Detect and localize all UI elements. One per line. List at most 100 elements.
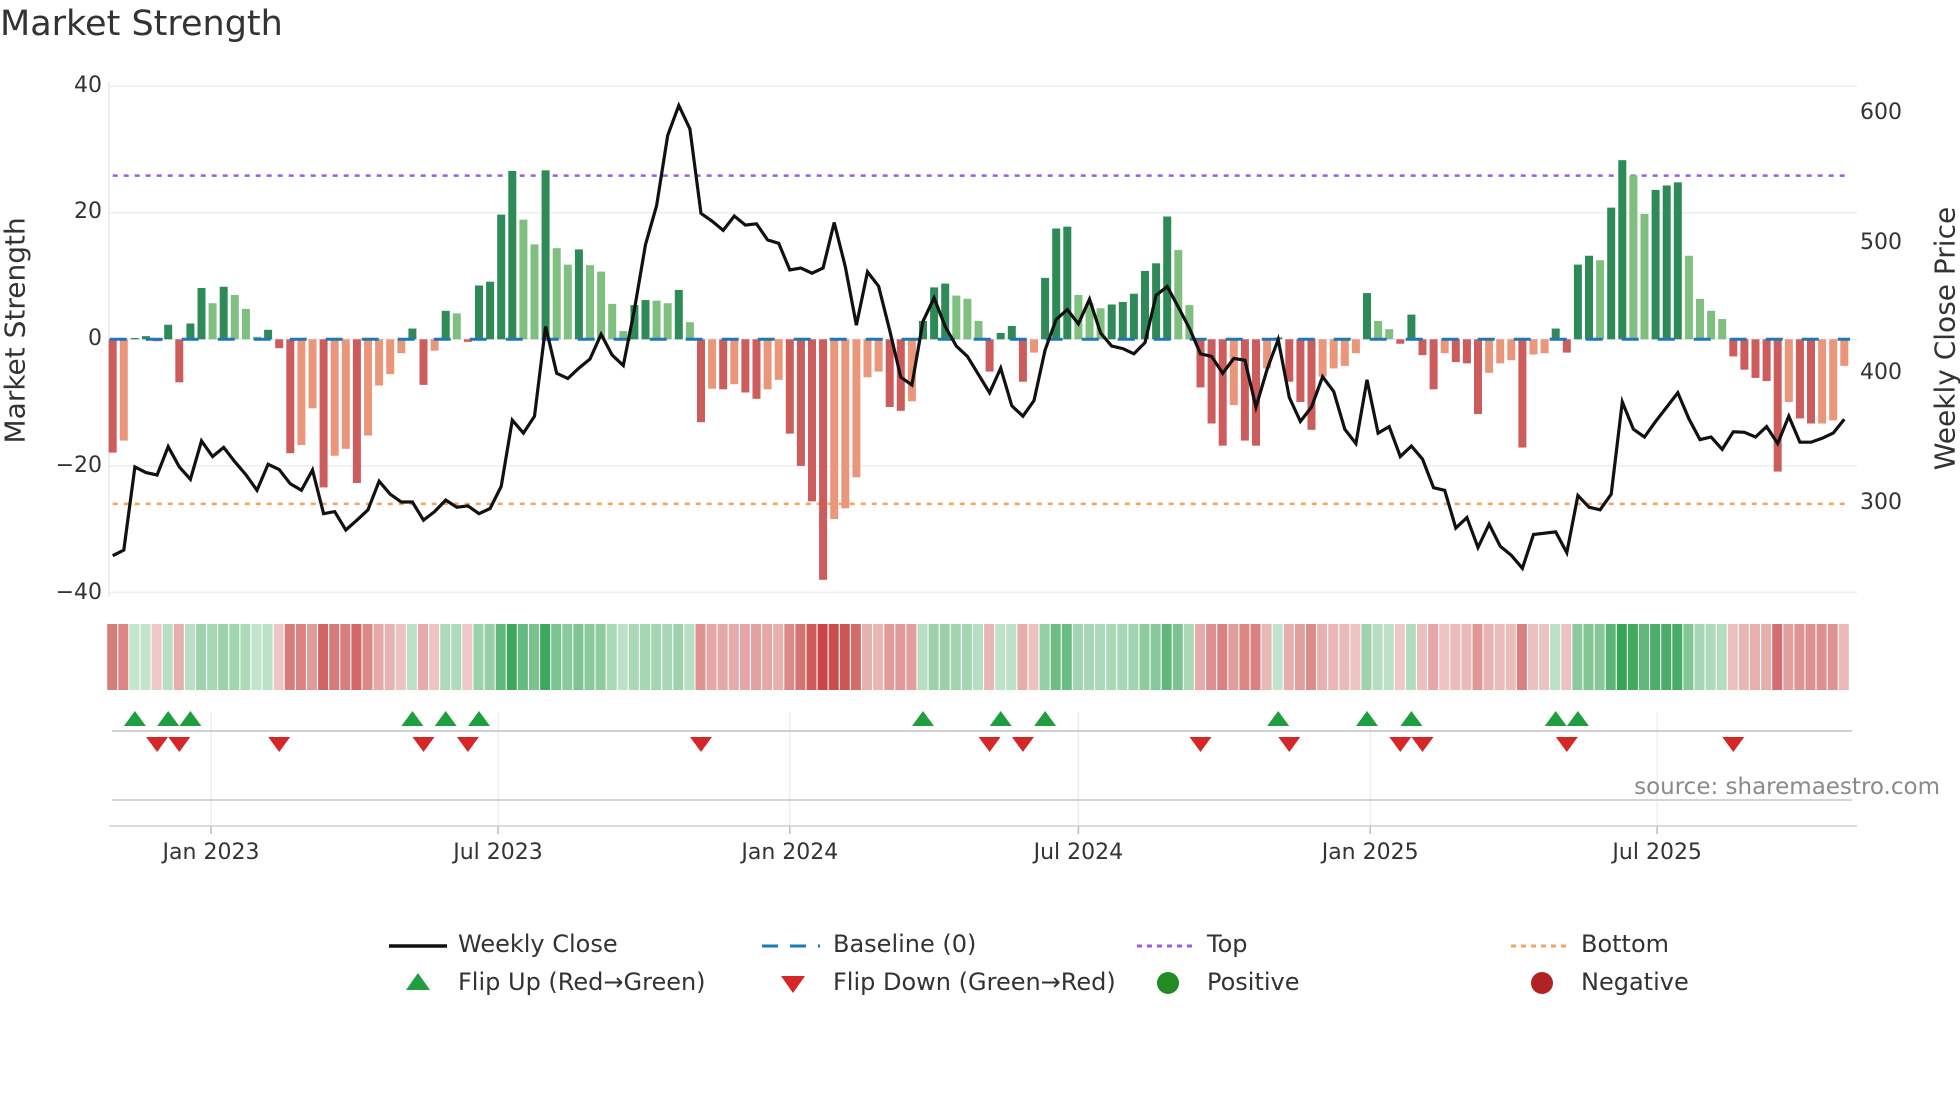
- strength-bar: [996, 332, 1005, 340]
- strength-strip-cell: [917, 624, 928, 690]
- strength-bar: [530, 244, 539, 340]
- strength-bar: [1684, 255, 1693, 340]
- strength-strip-cell: [995, 624, 1006, 690]
- strength-bar: [1385, 329, 1394, 340]
- strength-strip-cell: [1328, 624, 1339, 690]
- y-tick-label: −40: [55, 580, 102, 605]
- strength-strip-cell: [1350, 624, 1361, 690]
- strength-strip-cell: [1528, 624, 1538, 690]
- strength-strip-cell: [662, 624, 673, 690]
- strength-strip-cell: [1683, 624, 1694, 690]
- strength-bar: [1795, 339, 1804, 419]
- flip-up-marker: [179, 711, 202, 726]
- strength-bar: [785, 339, 794, 434]
- strength-bar: [563, 264, 572, 340]
- legend-item-weekly-close: Weekly Close: [458, 930, 618, 958]
- strength-strip-cell: [1605, 624, 1616, 690]
- strength-strip-cell: [751, 624, 761, 690]
- strength-strip-cell: [562, 624, 573, 690]
- strength-bar: [763, 339, 772, 390]
- strength-strip-cell: [606, 624, 617, 690]
- strength-strip-cell: [1705, 624, 1716, 690]
- strength-bar: [319, 339, 328, 488]
- strength-bar: [197, 288, 206, 340]
- strength-strip-cell: [473, 624, 484, 690]
- strength-strip-cell: [728, 624, 739, 690]
- strength-bar: [1240, 339, 1249, 441]
- strength-bar: [1396, 339, 1405, 344]
- strength-bar: [386, 339, 395, 375]
- y-tick-label: 40: [74, 73, 102, 98]
- strength-bar: [1340, 339, 1349, 366]
- strength-strip-cell: [551, 624, 562, 690]
- strength-bar: [852, 339, 861, 478]
- strength-bar: [1418, 339, 1427, 356]
- strength-bar: [1174, 250, 1183, 340]
- strength-bar: [741, 339, 750, 393]
- strength-strip-cell: [1372, 624, 1383, 690]
- strength-bar: [1585, 255, 1593, 340]
- strength-strip-cell: [1339, 624, 1350, 690]
- strength-bar: [230, 294, 239, 340]
- strength-bar: [1673, 182, 1682, 340]
- strength-strip-cell: [295, 624, 306, 690]
- strength-strip-cell: [540, 624, 551, 690]
- strength-strip-cell: [1505, 624, 1516, 690]
- strength-bar: [1107, 304, 1116, 340]
- strength-strip-cell: [1428, 624, 1439, 690]
- strength-bar: [1363, 293, 1371, 340]
- strength-strip-cell: [684, 624, 695, 690]
- strength-strip-cell: [1161, 624, 1172, 690]
- flip-down-marker: [690, 737, 712, 752]
- flip-up-marker: [1356, 711, 1378, 726]
- chart-title: Market Strength: [0, 4, 283, 44]
- triangle-up-icon: [406, 973, 430, 990]
- strength-bar: [1807, 339, 1815, 424]
- strength-bar: [719, 339, 728, 390]
- strength-strip-cell: [307, 624, 317, 690]
- strength-strip-cell: [651, 624, 662, 690]
- strength-strip-cell: [1317, 624, 1328, 690]
- strength-strip-cell: [1306, 624, 1316, 690]
- strength-bar: [674, 289, 683, 340]
- strength-bar: [364, 339, 372, 436]
- strength-strip-cell: [1594, 624, 1605, 690]
- strength-strip-cell: [1050, 624, 1061, 690]
- strength-strip-cell: [1472, 624, 1483, 690]
- strength-strip-cell: [1405, 624, 1416, 690]
- strength-strip-cell: [1139, 624, 1150, 690]
- strength-strip-cell: [1672, 624, 1683, 690]
- strength-bar: [752, 339, 761, 399]
- flip-up-marker: [1400, 711, 1423, 726]
- strength-strip-cell: [1439, 624, 1450, 690]
- strength-bar: [1351, 339, 1360, 354]
- flip-down-marker: [268, 737, 291, 752]
- strength-strip-cell: [1172, 624, 1183, 690]
- strength-bar: [1762, 339, 1771, 382]
- strength-strip-cell: [1239, 624, 1250, 690]
- strength-strip-cell: [418, 624, 428, 690]
- strength-strip-cell: [695, 624, 706, 690]
- strength-bar: [1829, 339, 1838, 421]
- strength-strip-cell: [1716, 624, 1727, 690]
- strength-bar: [552, 248, 561, 340]
- strength-bar: [841, 339, 850, 509]
- strength-strip-cell: [1084, 624, 1094, 690]
- strength-strip-cell: [129, 624, 140, 690]
- strength-bar: [863, 339, 872, 378]
- strength-strip-cell: [1827, 624, 1838, 690]
- strength-bar: [219, 286, 228, 340]
- strength-strip-cell: [884, 624, 895, 690]
- strength-strip-cell: [284, 624, 295, 690]
- flip-up-marker: [123, 711, 146, 726]
- strength-bar: [586, 265, 594, 340]
- strength-bar: [885, 339, 894, 408]
- strength-strip-cell: [1217, 624, 1228, 690]
- flip-down-marker: [1278, 737, 1301, 752]
- strength-bar: [774, 339, 783, 380]
- strength-strip-cell: [529, 624, 539, 690]
- strength-bar: [130, 338, 139, 340]
- strength-strip-cell: [207, 624, 218, 690]
- flip-down-marker: [1011, 737, 1034, 752]
- legend-item-flip-up: Flip Up (Red→Green): [458, 968, 706, 996]
